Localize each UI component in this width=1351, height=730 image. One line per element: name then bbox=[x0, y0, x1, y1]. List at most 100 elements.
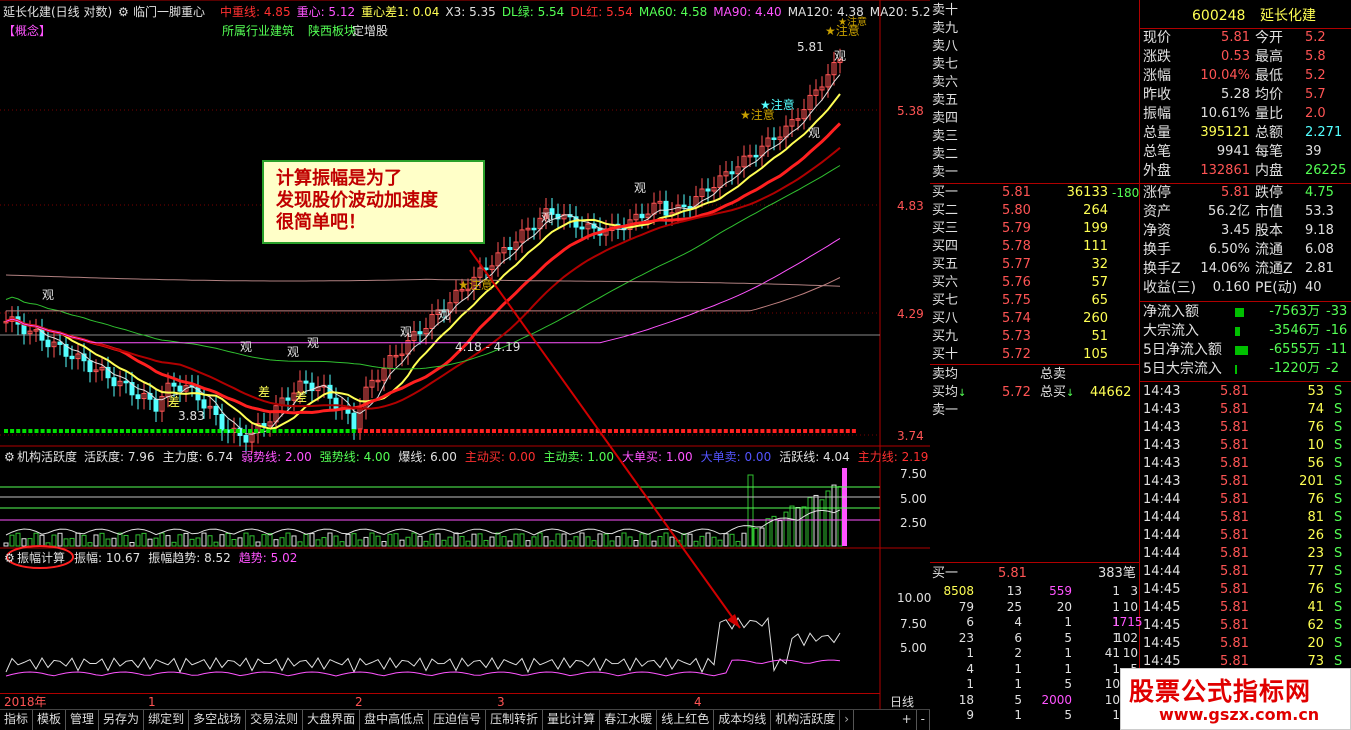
volume-bar bbox=[633, 540, 639, 547]
stat-value: 395121 bbox=[1200, 125, 1250, 140]
tab-10[interactable]: 压制转折 bbox=[486, 710, 544, 730]
signal-dot bbox=[199, 429, 204, 433]
tab-8[interactable]: 盘中高低点 bbox=[360, 710, 430, 730]
volume-bar bbox=[345, 533, 351, 547]
indicator2-collapse-icon[interactable]: ⚙ bbox=[4, 450, 15, 464]
indicator-value: 大单买: 1.00 bbox=[622, 450, 693, 464]
volume-bar bbox=[405, 536, 411, 547]
flow-bar bbox=[1235, 365, 1237, 374]
tick-volume: 23 bbox=[1307, 546, 1324, 561]
signal-dot bbox=[723, 429, 728, 433]
tick-time: 14:45 bbox=[1143, 600, 1181, 615]
indicator3-collapse-icon[interactable]: ⚙ bbox=[4, 551, 15, 565]
indicator2-title[interactable]: 机构活跃度 bbox=[17, 450, 77, 464]
signal-dot bbox=[211, 429, 216, 433]
signal-dot bbox=[766, 429, 771, 433]
volume-bar bbox=[807, 497, 813, 547]
volume-bar bbox=[549, 540, 555, 547]
flow-label: 5日净流入额 bbox=[1143, 342, 1222, 358]
indicator3-title[interactable]: 振幅计算 bbox=[17, 551, 65, 565]
volume-bar bbox=[9, 534, 15, 547]
signal-dot bbox=[321, 429, 326, 433]
volume-bar bbox=[39, 534, 45, 547]
signal-dot bbox=[833, 429, 838, 433]
tab-6[interactable]: 交易法则 bbox=[246, 710, 304, 730]
signal-dot bbox=[687, 429, 692, 433]
tab-12[interactable]: 春江水暖 bbox=[600, 710, 658, 730]
tick-time: 14:44 bbox=[1143, 492, 1181, 507]
stat-label: 净资 bbox=[1143, 223, 1171, 239]
signal-mark: 差 bbox=[295, 390, 308, 404]
buy-level-volume: 65 bbox=[1091, 293, 1108, 308]
signal-dot bbox=[113, 429, 118, 433]
signal-dot bbox=[345, 429, 350, 433]
signal-dot bbox=[309, 429, 313, 433]
stat-value: 56.2亿 bbox=[1208, 204, 1250, 219]
tab-scroll-right-icon[interactable]: › bbox=[840, 710, 855, 730]
volume-bar bbox=[837, 486, 843, 547]
tick-price: 5.81 bbox=[1220, 636, 1249, 651]
concept-tag[interactable]: 【概念】 bbox=[3, 24, 51, 38]
tick-price: 5.81 bbox=[1220, 546, 1249, 561]
volume-bar bbox=[27, 538, 33, 547]
buy-level-volume: 111 bbox=[1083, 239, 1108, 254]
volume-bar bbox=[453, 532, 459, 547]
volume-bar bbox=[411, 532, 417, 547]
sell-level-label: 卖四 bbox=[932, 111, 959, 126]
volume-bar bbox=[21, 538, 27, 547]
candle-body bbox=[579, 226, 585, 230]
watermark-logo: 股票公式指标网 www.gszx.com.cn bbox=[1120, 668, 1351, 730]
volume-bar bbox=[93, 534, 99, 547]
signal-dot bbox=[546, 429, 551, 433]
volume-bar bbox=[33, 532, 39, 547]
tab-15[interactable]: 机构活跃度 bbox=[771, 710, 841, 730]
signal-dot bbox=[260, 429, 265, 433]
buy-level-price: 5.77 bbox=[1002, 257, 1031, 272]
candle-body bbox=[153, 398, 159, 412]
volume-bar bbox=[591, 540, 597, 547]
signal-dot bbox=[614, 429, 618, 433]
tab-7[interactable]: 大盘界面 bbox=[303, 710, 361, 730]
price-axis-label: 5.38 bbox=[897, 104, 924, 118]
signal-dot bbox=[235, 429, 240, 433]
indicator-name[interactable]: 临门一脚重心 bbox=[133, 5, 205, 19]
chart-panel[interactable]: 延长化建(日线 对数) ⚙ 临门一脚重心 中重线: 4.85 重心: 5.12 重心… bbox=[0, 0, 931, 730]
tab-3[interactable]: 另存为 bbox=[99, 710, 145, 730]
flow-tail: -33 bbox=[1326, 304, 1348, 319]
volume-bar bbox=[309, 533, 315, 547]
period-label[interactable]: 日线 bbox=[890, 695, 914, 709]
stat-label: 最高 bbox=[1255, 49, 1283, 65]
tab-1[interactable]: 模板 bbox=[33, 710, 67, 730]
volume-bar bbox=[465, 540, 471, 547]
volume-bar bbox=[249, 535, 255, 547]
bid-queue-price: 5.81 bbox=[998, 566, 1027, 581]
tick-time: 14:43 bbox=[1143, 456, 1181, 471]
tab-2[interactable]: 管理 bbox=[66, 710, 100, 730]
tab-remove-button[interactable]: - bbox=[917, 710, 930, 730]
signal-dot bbox=[205, 429, 210, 433]
tab-9[interactable]: 压迫信号 bbox=[429, 710, 487, 730]
tab-4[interactable]: 绑定到 bbox=[144, 710, 190, 730]
tick-price: 5.81 bbox=[1220, 564, 1249, 579]
tab-14[interactable]: 成本均线 bbox=[714, 710, 772, 730]
indicator-value: 主力线: 2.19 bbox=[857, 450, 929, 464]
tab-5[interactable]: 多空战场 bbox=[189, 710, 247, 730]
indicator-values: 中重线: 4.85 重心: 5.12 重心差1: 0.04 X3: 5.35 DL绿: … bbox=[220, 5, 931, 19]
signal-mark: 观 bbox=[400, 325, 413, 339]
signal-dot bbox=[528, 429, 533, 433]
signal-dot bbox=[254, 429, 259, 433]
tick-price: 5.81 bbox=[1220, 528, 1249, 543]
settings-icon[interactable]: ⚙ bbox=[118, 5, 129, 19]
volume-bar bbox=[513, 533, 519, 547]
stat-label: 今开 bbox=[1255, 30, 1283, 46]
tick-volume: 56 bbox=[1307, 456, 1324, 471]
tab-13[interactable]: 线上红色 bbox=[657, 710, 715, 730]
amplitude-line bbox=[5, 616, 841, 674]
tab-11[interactable]: 量比计算 bbox=[543, 710, 601, 730]
tick-side: S bbox=[1334, 564, 1343, 579]
candle-body bbox=[753, 154, 759, 158]
indicator-value: 主动买: 0.00 bbox=[464, 450, 536, 464]
tab-add-button[interactable]: + bbox=[898, 710, 917, 730]
tab-0[interactable]: 指标 bbox=[0, 710, 34, 730]
sell-level-label: 卖七 bbox=[932, 57, 959, 72]
